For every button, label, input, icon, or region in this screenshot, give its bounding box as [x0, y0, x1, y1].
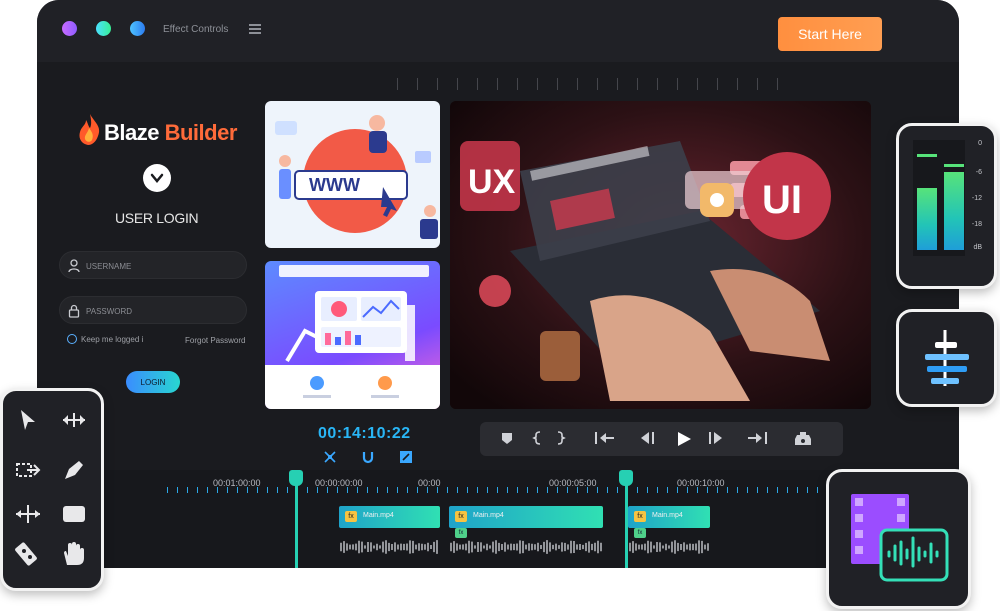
brand-logo: Blaze Builder	[78, 112, 238, 148]
move-icon[interactable]	[13, 499, 43, 529]
username-input[interactable]	[86, 258, 236, 274]
pen-icon[interactable]	[59, 455, 89, 485]
clip-label: Main.mp4	[473, 512, 504, 519]
start-here-button[interactable]: Start Here	[778, 17, 882, 51]
checkbox-icon[interactable]	[67, 334, 77, 344]
keep-logged-in-label: Keep me logged i	[81, 335, 144, 344]
ui-text: UI	[762, 178, 802, 222]
go-to-start-icon[interactable]	[594, 431, 616, 445]
video-clip[interactable]: fx Main.mp4	[449, 506, 603, 528]
split-icon[interactable]	[323, 450, 337, 464]
db-label: -18	[971, 221, 982, 228]
playhead[interactable]	[295, 484, 298, 568]
audio-meter-panel: 0 -6 -12 -18 dB	[896, 123, 997, 289]
waveform	[629, 540, 709, 554]
select-arrow-icon[interactable]	[13, 405, 43, 435]
fx-badge: fx	[455, 528, 467, 538]
fx-badge: fx	[634, 511, 646, 522]
waveform	[450, 540, 602, 554]
marker-icon[interactable]	[500, 431, 514, 445]
fx-badge: fx	[455, 511, 467, 522]
username-field[interactable]	[59, 251, 247, 279]
editor-window: Effect Controls Start Here Blaze Builder…	[37, 0, 959, 568]
media-panel[interactable]	[826, 469, 971, 609]
meter-bar-right	[944, 172, 964, 250]
www-illustration: WWW	[275, 115, 438, 239]
in-out-icon[interactable]	[532, 431, 566, 445]
top-bar: Effect Controls Start Here	[37, 0, 959, 62]
timeline: 00:01:00:00 00:00:00:00 00:00 00:00:05:0…	[37, 470, 959, 568]
password-input[interactable]	[86, 303, 236, 319]
window-dot-purple[interactable]	[62, 21, 77, 36]
db-label: -6	[975, 169, 982, 176]
db-label: dB	[973, 244, 982, 251]
main-preview[interactable]: UX UI	[450, 101, 871, 409]
meter-bar-left	[917, 188, 937, 250]
dashboard-illustration	[265, 265, 440, 409]
fx-badge: fx	[634, 528, 646, 538]
align-icon	[925, 330, 969, 386]
user-avatar-dropdown[interactable]	[143, 164, 171, 192]
thumbnail-dashboard[interactable]	[265, 261, 440, 409]
forgot-password-link[interactable]: Forgot Password	[185, 336, 245, 345]
crop-icon[interactable]	[399, 450, 413, 464]
editor-stage: Effect Controls Start Here Blaze Builder…	[0, 0, 1000, 611]
window-dot-green[interactable]	[96, 21, 111, 36]
top-ruler	[397, 78, 797, 90]
video-clip[interactable]: fx Main.mp4	[339, 506, 440, 528]
fx-badge: fx	[345, 511, 357, 522]
razor-icon[interactable]	[13, 539, 43, 569]
menu-icon[interactable]	[249, 22, 261, 36]
timeline-ticks	[167, 487, 867, 493]
play-icon[interactable]	[675, 431, 693, 447]
laptop-ui-illustration: UX UI	[450, 101, 871, 409]
audio-clip[interactable]: fx	[449, 528, 603, 558]
brand-name: Blaze Builder	[104, 120, 237, 145]
lock-icon	[68, 304, 80, 318]
go-to-end-icon[interactable]	[746, 431, 768, 445]
waveform	[340, 540, 438, 554]
db-label: -12	[971, 195, 982, 202]
audio-clip[interactable]: fx	[628, 528, 710, 558]
ux-text: UX	[468, 163, 516, 201]
effect-controls-label[interactable]: Effect Controls	[163, 24, 228, 35]
www-text: WWW	[309, 175, 360, 195]
clip-label: Main.mp4	[652, 512, 683, 519]
film-audio-icon	[851, 494, 949, 582]
timecode: 00:14:10:22	[318, 425, 411, 442]
ripple-edit-icon[interactable]	[59, 405, 89, 435]
window-dot-blue[interactable]	[130, 21, 145, 36]
clip-label: Main.mp4	[363, 512, 394, 519]
snapshot-icon[interactable]	[792, 431, 814, 447]
meter-peak-left	[917, 154, 937, 157]
meter-peak-right	[944, 164, 964, 167]
db-label: 0	[978, 140, 982, 147]
login-title: USER LOGIN	[115, 210, 199, 226]
password-field[interactable]	[59, 296, 247, 324]
tools-panel	[0, 388, 104, 591]
audio-clip[interactable]	[339, 536, 440, 558]
insert-icon[interactable]	[13, 455, 43, 485]
chevron-down-icon	[150, 173, 164, 183]
flame-icon	[79, 114, 100, 145]
magnet-icon[interactable]	[361, 450, 375, 464]
keep-logged-in[interactable]: Keep me logged i	[67, 334, 144, 344]
audio-align-panel[interactable]	[896, 309, 997, 407]
login-button[interactable]: LOGIN	[126, 371, 180, 393]
user-icon	[68, 259, 80, 273]
thumbnail-www[interactable]: WWW	[265, 101, 440, 248]
transport-controls	[480, 422, 843, 456]
rectangle-icon[interactable]	[59, 499, 89, 529]
video-clip[interactable]: fx Main.mp4	[628, 506, 710, 528]
step-forward-icon[interactable]	[706, 431, 724, 445]
hand-icon[interactable]	[59, 539, 89, 569]
playhead[interactable]	[625, 484, 628, 568]
step-back-icon[interactable]	[639, 431, 657, 445]
